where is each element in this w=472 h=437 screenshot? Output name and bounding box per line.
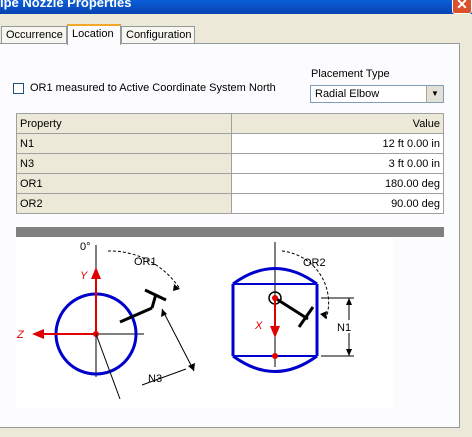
z-axis-arrowhead	[32, 329, 44, 339]
grid-diagram-separator	[16, 227, 444, 237]
or1-arrowhead	[173, 284, 180, 291]
nozzle-pipe-horizontal	[119, 306, 153, 324]
right-edge	[460, 43, 472, 437]
property-grid: Property Value N1 12 ft 0.00 in N3 3 ft …	[16, 113, 444, 214]
n3-label: N3	[148, 373, 162, 385]
right-nozzle-flange	[297, 306, 315, 328]
nozzle-diagram: 0° OR1 Y Z N3 N1 OR2 X	[16, 237, 393, 408]
window-title: ipe Nozzle Properties	[0, 0, 132, 10]
chevron-down-icon[interactable]: ▼	[426, 86, 443, 102]
x-axis-label: X	[254, 320, 263, 332]
value-cell[interactable]: 180.00 deg	[231, 173, 444, 194]
y-axis-label: Y	[80, 270, 88, 282]
n1-label: N1	[337, 322, 351, 334]
table-row: OR1 180.00 deg	[16, 173, 444, 194]
y-axis-arrowhead	[91, 267, 101, 279]
column-header-property[interactable]: Property	[16, 113, 232, 134]
z-axis-label: Z	[16, 329, 25, 341]
value-cell[interactable]: 90.00 deg	[231, 193, 444, 214]
right-nozzle-pipe	[274, 296, 309, 321]
table-row: OR2 90.00 deg	[16, 193, 444, 214]
property-cell: OR2	[16, 193, 232, 214]
property-cell: N3	[16, 153, 232, 174]
value-cell[interactable]: 12 ft 0.00 in	[231, 133, 444, 154]
or2-arrowhead	[320, 311, 327, 319]
n3-arrowhead-top	[161, 309, 167, 317]
grid-header-row: Property Value	[16, 113, 444, 134]
placement-type-label: Placement Type	[311, 68, 390, 80]
or1-checkbox-label: OR1 measured to Active Coordinate System…	[30, 82, 276, 94]
placement-type-value: Radial Elbow	[315, 88, 380, 100]
or1-label: OR1	[134, 256, 157, 268]
property-cell: N1	[16, 133, 232, 154]
property-cell: OR1	[16, 173, 232, 194]
n3-dimension-line	[161, 308, 195, 372]
table-row: N3 3 ft 0.00 in	[16, 153, 444, 174]
zero-degree-label: 0°	[80, 241, 91, 253]
n3-arrowhead-bottom	[188, 363, 195, 371]
tab-configuration[interactable]: Configuration	[121, 26, 195, 43]
value-cell[interactable]: 3 ft 0.00 in	[231, 153, 444, 174]
n3-extension-line	[95, 333, 121, 400]
x-axis-arrowhead	[270, 326, 280, 338]
title-bar: ipe Nozzle Properties ✕	[0, 0, 472, 14]
column-header-value[interactable]: Value	[231, 113, 444, 134]
nozzle-diagram-svg: 0° OR1 Y Z N3 N1 OR2 X	[16, 241, 356, 400]
n1-arrowhead-bottom	[346, 349, 352, 356]
tab-location[interactable]: Location	[67, 24, 121, 45]
tab-occurrence[interactable]: Occurrence	[1, 26, 67, 43]
right-origin-dot	[272, 353, 278, 359]
n1-arrowhead-top	[346, 298, 352, 305]
placement-type-select[interactable]: Radial Elbow ▼	[310, 85, 444, 103]
close-icon: ✕	[456, 0, 468, 12]
or1-checkbox[interactable]	[13, 82, 24, 94]
table-row: N1 12 ft 0.00 in	[16, 133, 444, 154]
or2-label: OR2	[303, 257, 326, 269]
or1-option[interactable]: OR1 measured to Active Coordinate System…	[13, 82, 276, 94]
close-button[interactable]: ✕	[452, 0, 472, 14]
nozzle-origin-dot	[272, 295, 278, 301]
